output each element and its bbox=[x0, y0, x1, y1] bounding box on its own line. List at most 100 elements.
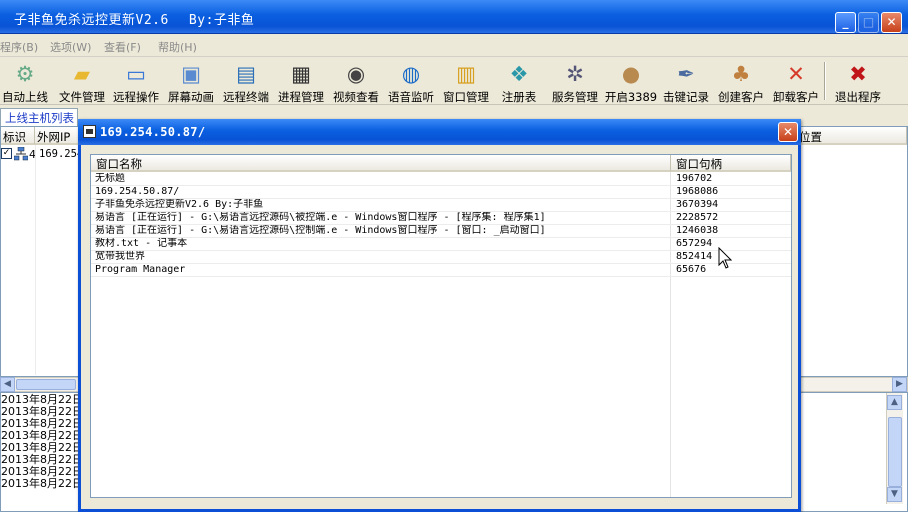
terminal-icon: ▤ bbox=[236, 62, 256, 86]
toolbar-separator bbox=[824, 62, 826, 100]
window-handle: 852414 bbox=[676, 251, 713, 262]
window-row[interactable]: 169.254.50.87/1968086 bbox=[91, 186, 791, 199]
toolbar-button-registry[interactable]: ❖ 注册表 bbox=[497, 58, 541, 105]
toolbar-button-window[interactable]: ▥ 窗口管理 bbox=[438, 58, 494, 105]
window-name: 宽带我世界 bbox=[95, 251, 145, 262]
audio-icon: ◍ bbox=[401, 62, 421, 86]
dialog-title-bar[interactable]: 169.254.50.87/ ✕ bbox=[78, 119, 801, 145]
host-checkbox[interactable]: ✓ bbox=[1, 148, 12, 159]
toolbar-button-label: 远程操作 bbox=[113, 90, 159, 104]
hscroll-thumb[interactable] bbox=[16, 379, 76, 390]
window-name: 易语言 [正在运行] - G:\易语言远控源码\控制端.e - Windows窗… bbox=[95, 225, 546, 236]
folder-icon: ▰ bbox=[73, 62, 91, 86]
vscroll-thumb[interactable] bbox=[888, 417, 902, 487]
toolbar-button-label: 创建客户 bbox=[718, 90, 764, 104]
toolbar-button-webcam[interactable]: ◉ 视频查看 bbox=[328, 58, 384, 105]
webcam-icon: ◉ bbox=[346, 62, 366, 86]
service-icon: ✲ bbox=[566, 62, 584, 86]
menu-help[interactable]: 帮助(H) bbox=[158, 39, 197, 55]
toolbar-button-label: 开启3389 bbox=[604, 90, 658, 104]
menu-options[interactable]: 选项(W) bbox=[50, 39, 91, 55]
monitor-icon: ▭ bbox=[126, 62, 146, 86]
scroll-right-icon[interactable]: ▶ bbox=[892, 377, 907, 392]
toolbar-button-service[interactable]: ✲ 服务管理 bbox=[547, 58, 603, 105]
toolbar-button-screen[interactable]: ▣ 屏幕动画 bbox=[163, 58, 219, 105]
tab-host-list[interactable]: 上线主机列表 bbox=[0, 108, 78, 126]
window-name: 169.254.50.87/ bbox=[95, 186, 180, 197]
window-handle: 1968086 bbox=[676, 186, 719, 197]
maximize-button[interactable]: □ bbox=[858, 12, 879, 33]
main-title-bar[interactable]: 子非鱼免杀远控更新V2.6 By:子非鱼 _ □ ✕ bbox=[0, 0, 908, 34]
window-handle: 65676 bbox=[676, 264, 707, 275]
scroll-up-icon[interactable]: ▲ bbox=[887, 395, 902, 410]
log-vscrollbar[interactable]: ▲ ▼ bbox=[886, 393, 903, 504]
toolbar-button-label: 视频查看 bbox=[333, 90, 379, 104]
toolbar-button-label: 注册表 bbox=[501, 90, 537, 104]
window-manager-dialog: 169.254.50.87/ ✕ 窗口名称 窗口句柄 无标题 196702 169.… bbox=[78, 119, 801, 512]
toolbar-button-auto-online[interactable]: ⚙ 自动上线 bbox=[0, 58, 50, 105]
window-handle: 2228572 bbox=[676, 212, 719, 223]
minimize-button[interactable]: _ bbox=[835, 12, 856, 33]
keylog-icon: ✒ bbox=[677, 62, 695, 86]
toolbar: ⚙ 自动上线 ▰ 文件管理 ▭ 远程操作 ▣ 屏幕动画 ▤ 远程终端 ▦ 进程管理 ◉ 视频查看 ◍ 语音监听… bbox=[0, 58, 908, 105]
exit-icon: ✖ bbox=[849, 62, 867, 86]
window-row[interactable]: 教材.txt - 记事本 657294 bbox=[91, 238, 791, 251]
menu-bar: 程序(B) 选项(W) 查看(F) 帮助(H) bbox=[0, 35, 908, 57]
dialog-title: 169.254.50.87/ bbox=[100, 125, 206, 139]
tab-strip: 上线主机列表 bbox=[0, 108, 82, 126]
toolbar-button-label: 远程终端 bbox=[223, 90, 269, 104]
menu-program[interactable]: 程序(B) bbox=[0, 39, 38, 55]
toolbar-button-monitor[interactable]: ▭ 远程操作 bbox=[108, 58, 164, 105]
toolbar-button-label: 服务管理 bbox=[552, 90, 598, 104]
toolbar-button-keylog[interactable]: ✒ 击键记录 bbox=[658, 58, 714, 105]
window-row[interactable]: 宽带我世界 852414 bbox=[91, 251, 791, 264]
uninstall-icon: ✕ bbox=[787, 62, 805, 86]
toolbar-button-audio[interactable]: ◍ 语音监听 bbox=[383, 58, 439, 105]
toolbar-button-label: 击键记录 bbox=[663, 90, 709, 104]
close-button[interactable]: ✕ bbox=[881, 12, 902, 33]
toolbar-button-exit[interactable]: ✖ 退出程序 bbox=[830, 58, 886, 105]
scroll-left-icon[interactable]: ◀ bbox=[0, 377, 15, 392]
menu-view[interactable]: 查看(F) bbox=[104, 39, 141, 55]
toolbar-button-label: 退出程序 bbox=[835, 90, 881, 104]
toolbar-button-label: 屏幕动画 bbox=[168, 90, 214, 104]
window-row[interactable]: Program Manager 65676 bbox=[91, 264, 791, 277]
close-icon: ✕ bbox=[886, 15, 897, 29]
toolbar-button-uninstall[interactable]: ✕ 卸载客户 bbox=[768, 58, 824, 105]
toolbar-button-label: 自动上线 bbox=[2, 90, 48, 104]
window-name: 子非鱼免杀远控更新V2.6 By:子非鱼 bbox=[95, 199, 264, 210]
toolbar-button-users[interactable]: ♣ 创建客户 bbox=[713, 58, 769, 105]
column-header-location[interactable]: 位置 bbox=[797, 127, 907, 145]
window-icon: ▥ bbox=[456, 62, 476, 86]
window-name: Program Manager bbox=[95, 264, 186, 275]
window-list[interactable]: 窗口名称 窗口句柄 无标题 196702 169.254.50.87/1968086… bbox=[90, 154, 792, 498]
window-row[interactable]: 易语言 [正在运行] - G:\易语言远控源码\被控端.e - Windows窗… bbox=[91, 212, 791, 225]
toolbar-button-terminal[interactable]: ▤ 远程终端 bbox=[218, 58, 274, 105]
window-row[interactable]: 无标题 196702 bbox=[91, 173, 791, 186]
auto-online-icon: ⚙ bbox=[15, 62, 35, 86]
window-handle: 3670394 bbox=[676, 199, 719, 210]
toolbar-button-process[interactable]: ▦ 进程管理 bbox=[273, 58, 329, 105]
window-handle: 1246038 bbox=[676, 225, 719, 236]
dialog-close-button[interactable]: ✕ bbox=[778, 122, 798, 142]
registry-icon: ❖ bbox=[509, 62, 529, 86]
window-name: 教材.txt - 记事本 bbox=[95, 238, 188, 249]
window-row[interactable]: 易语言 [正在运行] - G:\易语言远控源码\控制端.e - Windows窗… bbox=[91, 225, 791, 238]
toolbar-button-folder[interactable]: ▰ 文件管理 bbox=[54, 58, 110, 105]
toolbar-button-user[interactable]: ● 开启3389 bbox=[603, 58, 659, 105]
window-row[interactable]: 子非鱼免杀远控更新V2.6 By:子非鱼 3670394 bbox=[91, 199, 791, 212]
close-icon: ✕ bbox=[782, 125, 794, 139]
maximize-icon: □ bbox=[862, 15, 875, 29]
minimize-icon: _ bbox=[842, 15, 849, 29]
toolbar-button-label: 进程管理 bbox=[278, 90, 324, 104]
toolbar-button-label: 语音监听 bbox=[388, 90, 434, 104]
column-header-id[interactable]: 标识 bbox=[1, 127, 35, 145]
log-row[interactable]: 2013年8月22日 bbox=[1, 478, 83, 490]
users-icon: ♣ bbox=[731, 62, 751, 86]
window-name: 无标题 bbox=[95, 173, 125, 184]
process-icon: ▦ bbox=[291, 62, 311, 86]
column-header-window-handle[interactable]: 窗口句柄 bbox=[671, 155, 791, 172]
column-header-window-name[interactable]: 窗口名称 bbox=[91, 155, 671, 172]
window-name: 易语言 [正在运行] - G:\易语言远控源码\被控端.e - Windows窗… bbox=[95, 212, 546, 223]
scroll-down-icon[interactable]: ▼ bbox=[887, 487, 902, 502]
